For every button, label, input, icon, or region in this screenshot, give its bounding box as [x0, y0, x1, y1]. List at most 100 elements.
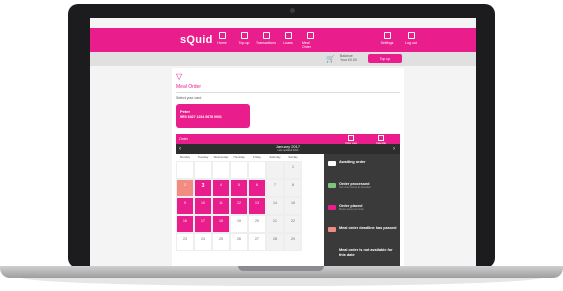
- calendar-day: [248, 161, 266, 179]
- calendar-icon: [378, 135, 384, 141]
- squid-logo[interactable]: sQuid: [180, 34, 213, 46]
- calendar-day[interactable]: 5: [230, 179, 248, 197]
- calendar-day[interactable]: 29: [284, 233, 302, 251]
- month-navigator: ‹ January 2017 Last updated 0000 ›: [176, 144, 400, 154]
- weekday-label: Sunday: [288, 155, 298, 159]
- day-number: 28: [273, 237, 277, 241]
- legend-text: Awaiting order: [339, 160, 397, 165]
- account-nav: Settings Log out: [378, 32, 420, 45]
- day-number: 22: [291, 219, 295, 223]
- laptop-screen: sQuid Home Top-up Transactions Loans Mea…: [90, 18, 476, 267]
- weekday-label: Wednesday: [213, 155, 229, 159]
- calendar-day[interactable]: 19: [230, 215, 248, 233]
- main-content: ▽ Meal Order Select your card Peter 5RS …: [172, 68, 404, 267]
- calendar-day[interactable]: 17: [194, 215, 212, 233]
- calendar-day: [176, 161, 194, 179]
- calendar-day[interactable]: 27: [248, 233, 266, 251]
- page-title: Meal Order: [176, 84, 202, 90]
- calendar-day[interactable]: 11: [212, 197, 230, 215]
- balance-info: Balance Your £0.00: [340, 54, 357, 62]
- legend-swatch: [328, 249, 336, 254]
- day-number: 20: [255, 219, 259, 223]
- nav-transactions[interactable]: Transactions: [256, 32, 276, 49]
- topup-icon: [240, 32, 248, 39]
- selected-card[interactable]: Peter 5RS 6327 1234 5678 0001: [176, 104, 250, 128]
- calendar-day[interactable]: 6: [248, 179, 266, 197]
- legend-text: Order processed Your order cannot be amen…: [339, 182, 397, 190]
- day-number: 19: [237, 219, 241, 223]
- calendar-day[interactable]: 25: [212, 233, 230, 251]
- order-header: Order Order view Calendar: [176, 134, 400, 145]
- legend-swatch: [328, 227, 336, 232]
- nav-meal-order[interactable]: Meal Order: [302, 32, 318, 49]
- nav-home[interactable]: Home: [214, 32, 230, 49]
- calendar: Monday Tuesday Wednesday Thursday Friday Satu…: [176, 154, 320, 251]
- legend-swatch: [328, 183, 336, 188]
- calendar-day[interactable]: 10: [194, 197, 212, 215]
- weekday-label: Monday: [180, 155, 190, 159]
- weekday-label: Thursday: [233, 155, 245, 159]
- calendar-day[interactable]: 14: [266, 197, 284, 215]
- card-number: 5RS 6327 1234 5678 0001: [180, 115, 222, 119]
- calendar-day[interactable]: 15: [284, 197, 302, 215]
- day-number: 26: [237, 237, 241, 241]
- calendar-day[interactable]: 13: [248, 197, 266, 215]
- next-month-chevron-icon[interactable]: ›: [393, 146, 395, 152]
- main-nav: Home Top-up Transactions Loans Meal Orde…: [214, 32, 318, 49]
- loans-icon: [284, 32, 292, 39]
- day-number: 21: [273, 219, 277, 223]
- topup-button[interactable]: Top up: [368, 54, 402, 63]
- calendar-day[interactable]: 20: [248, 215, 266, 233]
- day-number: 1: [292, 165, 294, 169]
- transactions-icon: [262, 32, 270, 39]
- calendar-day[interactable]: 3: [194, 179, 212, 197]
- legend-item: Awaiting order: [328, 160, 397, 166]
- legend-sublabel: Your order cannot be amended: [339, 186, 371, 189]
- calendar-day[interactable]: 21: [266, 215, 284, 233]
- weekday-label: Saturday: [269, 155, 281, 159]
- calendar-day[interactable]: 28: [266, 233, 284, 251]
- day-number: 17: [201, 219, 205, 223]
- day-number: 6: [256, 183, 258, 187]
- camera-icon: [290, 8, 295, 13]
- day-number: 24: [201, 237, 205, 241]
- legend-item: Order placed Please select your order: [328, 204, 397, 212]
- weekday-label: Tuesday: [197, 155, 209, 159]
- calendar-day[interactable]: 12: [230, 197, 248, 215]
- day-number: 14: [273, 201, 277, 205]
- calendar-grid: 1 2 3 4 5 6 7 8 9 10 11 12 13 14 15 16 17 18 19 20 21 22 23 24 2…: [176, 161, 320, 251]
- nav-topup[interactable]: Top-up: [236, 32, 252, 49]
- calendar-day[interactable]: 7: [266, 179, 284, 197]
- calendar-day[interactable]: 2: [176, 179, 194, 197]
- legend-swatch: [328, 161, 336, 166]
- calendar-day[interactable]: 9: [176, 197, 194, 215]
- calendar-day[interactable]: 8: [284, 179, 302, 197]
- nav-logout[interactable]: Log out: [402, 32, 420, 45]
- select-card-label: Select your card: [176, 96, 202, 100]
- day-number: 9: [184, 201, 186, 205]
- calendar-day[interactable]: 18: [212, 215, 230, 233]
- nav-loans[interactable]: Loans: [280, 32, 296, 49]
- calendar-day[interactable]: 23: [176, 233, 194, 251]
- legend-label: Order placed: [339, 204, 363, 208]
- day-number: 11: [219, 201, 223, 205]
- calendar-day[interactable]: 16: [176, 215, 194, 233]
- day-number: 5: [238, 183, 240, 187]
- calendar-day[interactable]: 4: [212, 179, 230, 197]
- divider: [176, 92, 400, 93]
- cart-icon: 🛒: [326, 56, 335, 63]
- calendar-day[interactable]: 26: [230, 233, 248, 251]
- legend-text: Order placed Please select your order: [339, 204, 397, 212]
- day-number: 25: [219, 237, 223, 241]
- list-icon: [348, 135, 354, 141]
- calendar-day[interactable]: 22: [284, 215, 302, 233]
- calendar-day: [266, 161, 284, 179]
- status-legend: Awaiting order Order processed Your order …: [324, 154, 400, 267]
- calendar-day[interactable]: 1: [284, 161, 302, 179]
- nav-settings[interactable]: Settings: [378, 32, 396, 45]
- settings-icon: [383, 32, 391, 39]
- top-navigation-bar: sQuid Home Top-up Transactions Loans Mea…: [90, 28, 476, 52]
- day-number: 3: [201, 183, 205, 189]
- legend-item: Meal order deadline has passed: [328, 226, 397, 232]
- calendar-day[interactable]: 24: [194, 233, 212, 251]
